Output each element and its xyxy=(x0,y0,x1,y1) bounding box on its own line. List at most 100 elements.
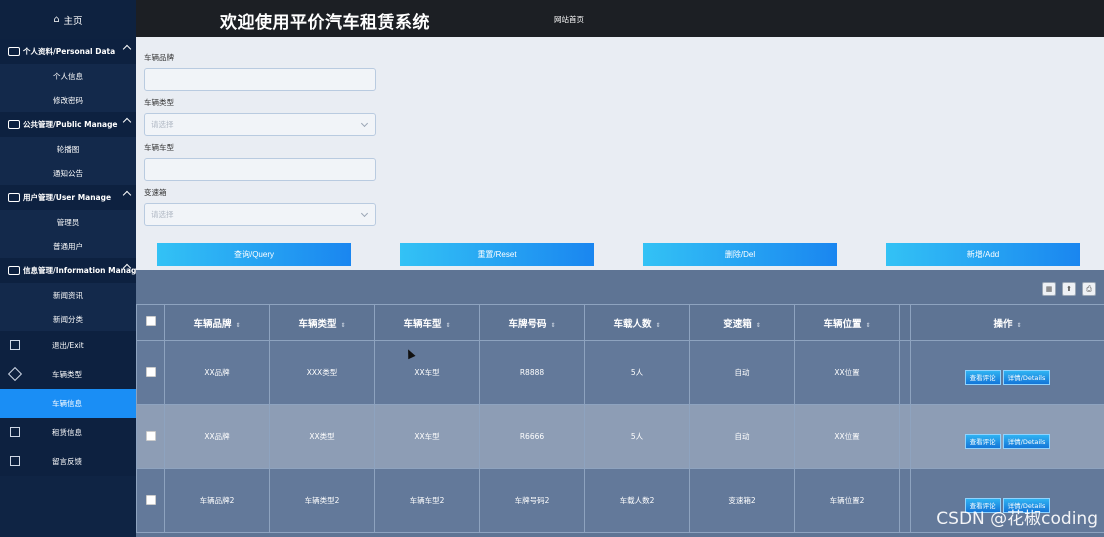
cell-type: XXX类型 xyxy=(269,340,375,405)
col-model[interactable]: 车辆车型 ⇕ xyxy=(374,304,480,341)
top-header: 欢迎使用平价汽车租赁系统 网站首页 xyxy=(136,0,1104,37)
sidebar-item-carousel[interactable]: 轮播图 xyxy=(0,137,136,161)
cell-brand: XX品牌 xyxy=(164,340,270,405)
sidebar-group-personal[interactable]: 个人资料/Personal Data xyxy=(0,39,136,64)
cell-type: 车辆类型2 xyxy=(269,468,375,533)
table-toolbar: ▦ ⬆ ⎙ xyxy=(1042,282,1096,296)
sidebar-group-public[interactable]: 公共管理/Public Manage xyxy=(0,112,136,137)
cell-brand: XX品牌 xyxy=(164,404,270,469)
sidebar-item-exit[interactable]: 退出/Exit xyxy=(0,331,136,360)
details-button[interactable]: 详情/Details xyxy=(1002,434,1051,449)
col-actions[interactable]: 操作 ⇕ xyxy=(910,304,1104,341)
col-brand[interactable]: 车辆品牌 ⇕ xyxy=(164,304,270,341)
sort-icon: ⇕ xyxy=(340,321,346,329)
cell-plate: R8888 xyxy=(479,340,585,405)
exit-icon xyxy=(10,340,20,350)
books-icon xyxy=(10,456,20,466)
sidebar-item-label: 留言反馈 xyxy=(52,457,82,466)
cell-plate: R6666 xyxy=(479,404,585,469)
column-label: 车牌号码 xyxy=(508,318,547,330)
details-button[interactable]: 详情/Details xyxy=(1002,370,1051,385)
export-icon[interactable]: ⬆ xyxy=(1062,282,1076,296)
cell-gearbox: 变速箱2 xyxy=(689,468,795,533)
reset-button[interactable]: 重置/Reset xyxy=(400,243,594,266)
brand-input[interactable] xyxy=(144,68,376,91)
cell-seats: 5人 xyxy=(584,340,690,405)
type-label: 车辆类型 xyxy=(144,98,174,107)
sidebar-item-news-category[interactable]: 新闻分类 xyxy=(0,307,136,331)
sidebar-item-change-password[interactable]: 修改密码 xyxy=(0,88,136,112)
sidebar-item-notice[interactable]: 通知公告 xyxy=(0,161,136,185)
send-icon xyxy=(10,427,20,437)
col-gearbox[interactable]: 变速箱 ⇕ xyxy=(689,304,795,341)
sidebar-item-news[interactable]: 新闻资讯 xyxy=(0,283,136,307)
sort-icon: ⇕ xyxy=(865,321,871,329)
sort-icon: ⇕ xyxy=(235,321,241,329)
row-checkbox[interactable] xyxy=(145,494,156,505)
query-button[interactable]: 查询/Query xyxy=(157,243,351,266)
row-select-cell xyxy=(136,468,165,533)
grid-icon[interactable]: ▦ xyxy=(1042,282,1056,296)
sidebar-group-label: 个人资料/Personal Data xyxy=(23,47,116,56)
sidebar-item-label: 管理员 xyxy=(56,217,80,227)
column-label: 车辆类型 xyxy=(298,318,337,330)
brand-label: 车辆品牌 xyxy=(144,53,174,62)
sidebar-item-admin[interactable]: 管理员 xyxy=(0,210,136,234)
model-label: 车辆车型 xyxy=(144,143,174,152)
view-comments-button[interactable]: 查看评论 xyxy=(964,434,1001,449)
ruler-icon xyxy=(7,366,23,382)
sidebar-item-normal-user[interactable]: 普通用户 xyxy=(0,234,136,258)
delete-button[interactable]: 删除/Del xyxy=(643,243,837,266)
chevron-down-icon xyxy=(360,119,369,128)
sidebar-item-label: 新闻分类 xyxy=(53,314,83,324)
spacer-cell xyxy=(899,404,911,469)
gearbox-label: 变速箱 xyxy=(144,188,167,197)
sort-icon: ⇕ xyxy=(550,321,556,329)
col-seats[interactable]: 车载人数 ⇕ xyxy=(584,304,690,341)
type-select[interactable]: 请选择 xyxy=(144,113,376,136)
site-home-link[interactable]: 网站首页 xyxy=(554,14,584,25)
cell-model: 车辆车型2 xyxy=(374,468,480,533)
vehicle-table: 车辆品牌 ⇕ 车辆类型 ⇕ 车辆车型 ⇕ 车牌号码 ⇕ 车载人数 ⇕ 变速箱 ⇕ 车辆位置 ⇕… xyxy=(136,304,1104,533)
sidebar-group-info[interactable]: 信息管理/Information Manage xyxy=(0,258,142,283)
column-label: 操作 xyxy=(993,318,1013,330)
gearbox-select[interactable]: 请选择 xyxy=(144,203,376,226)
column-label: 车辆车型 xyxy=(403,318,442,330)
sidebar-item-rental-info[interactable]: 租赁信息 xyxy=(0,418,136,447)
sidebar-item-personal-info[interactable]: 个人信息 xyxy=(0,64,136,88)
sidebar-item-feedback[interactable]: 留言反馈 xyxy=(0,447,136,476)
id-card-icon xyxy=(8,47,20,56)
cell-location: XX位置 xyxy=(794,340,900,405)
user-gear-icon xyxy=(8,193,20,202)
col-location[interactable]: 车辆位置 ⇕ xyxy=(794,304,900,341)
col-plate[interactable]: 车牌号码 ⇕ xyxy=(479,304,585,341)
cell-location: 车辆位置2 xyxy=(794,468,900,533)
sidebar-item-label: 普通用户 xyxy=(53,241,83,251)
chevron-up-icon xyxy=(122,117,132,127)
row-checkbox[interactable] xyxy=(145,366,156,377)
view-comments-button[interactable]: 查看评论 xyxy=(964,370,1001,385)
sidebar-item-vehicle-info[interactable]: 车辆信息 xyxy=(0,389,136,418)
table-row[interactable]: XX品牌 XXX类型 XX车型 R8888 5人 自动 XX位置 查看评论 详情/… xyxy=(136,340,1104,405)
add-button[interactable]: 新增/Add xyxy=(886,243,1080,266)
print-icon[interactable]: ⎙ xyxy=(1082,282,1096,296)
sidebar-item-label: 车辆类型 xyxy=(52,370,82,379)
column-label: 变速箱 xyxy=(723,318,752,330)
sidebar-group-user[interactable]: 用户管理/User Manage xyxy=(0,185,136,210)
cell-location: XX位置 xyxy=(794,404,900,469)
sidebar-item-label: 修改密码 xyxy=(53,95,83,105)
table-panel: ▦ ⬆ ⎙ 车辆品牌 ⇕ 车辆类型 ⇕ 车辆车型 ⇕ 车牌号码 ⇕ 车载人数 ⇕ 变速箱 ⇕… xyxy=(136,270,1104,537)
col-type[interactable]: 车辆类型 ⇕ xyxy=(269,304,375,341)
type-select-value: 请选择 xyxy=(151,120,174,129)
model-input[interactable] xyxy=(144,158,376,181)
cell-seats: 5人 xyxy=(584,404,690,469)
sidebar-home-label: 主页 xyxy=(63,15,83,27)
sidebar-home[interactable]: ⌂ 主页 xyxy=(0,0,136,39)
sidebar-item-label: 退出/Exit xyxy=(52,341,84,350)
row-checkbox[interactable] xyxy=(145,430,156,441)
sidebar-item-vehicle-type[interactable]: 车辆类型 xyxy=(0,360,136,389)
table-row[interactable]: XX品牌 XX类型 XX车型 R6666 5人 自动 XX位置 查看评论 详情/D… xyxy=(136,404,1104,469)
select-all-checkbox[interactable] xyxy=(145,316,156,326)
watermark: CSDN @花椒coding xyxy=(936,509,1098,529)
row-select-cell xyxy=(136,404,165,469)
